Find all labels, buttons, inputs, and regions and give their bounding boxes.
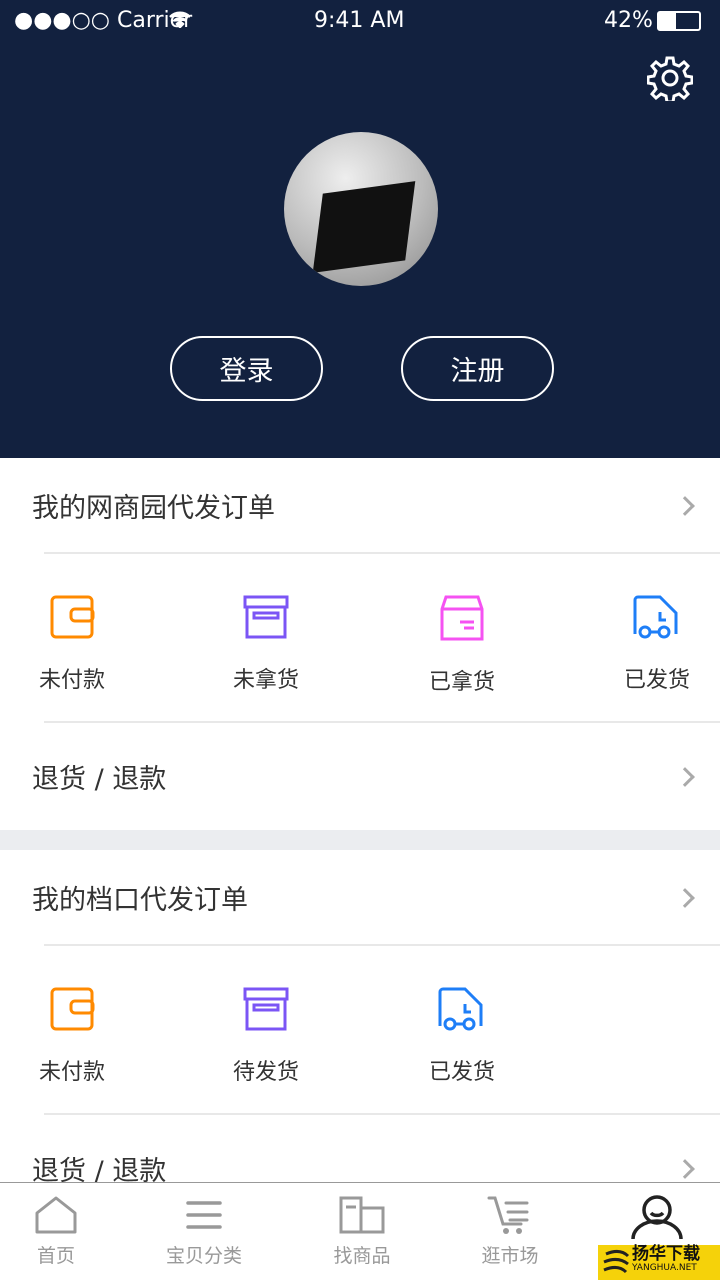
- register-button[interactable]: 注册: [401, 336, 554, 401]
- status-bar: ●●●○○ Carrier 9:41 AM 42%: [0, 0, 720, 42]
- item-label: 待发货: [232, 1060, 299, 1085]
- chevron-right-icon: [675, 766, 695, 787]
- tab-home[interactable]: 首页: [0, 1195, 116, 1268]
- divider: [44, 944, 720, 946]
- chevron-right-icon: [675, 1158, 695, 1179]
- login-button[interactable]: 登录: [170, 336, 323, 401]
- package-icon: [440, 595, 484, 641]
- tab-label: 宝贝分类: [165, 1245, 242, 1267]
- tab-categories[interactable]: 宝贝分类: [144, 1195, 264, 1268]
- item-label: 已发货: [428, 1060, 495, 1085]
- wallet-icon: [50, 595, 95, 639]
- avatar[interactable]: [284, 132, 438, 286]
- buildings-icon: [339, 1196, 385, 1234]
- s2-shipped[interactable]: 已发货: [392, 986, 532, 1086]
- s1-unpaid[interactable]: 未付款: [2, 594, 142, 694]
- item-label: 未付款: [38, 668, 105, 693]
- tab-find-products[interactable]: 找商品: [302, 1195, 422, 1268]
- archive-box-icon: [243, 987, 289, 1031]
- wifi-icon: [169, 11, 191, 28]
- item-label: 已发货: [623, 668, 690, 693]
- section1-title: 我的网商园代发订单: [32, 493, 275, 524]
- item-label: 已拿货: [428, 670, 495, 695]
- item-label: 未付款: [38, 1060, 105, 1085]
- item-label: 未拿货: [232, 668, 299, 693]
- truck-icon: [438, 987, 483, 1031]
- watermark-emblem-icon: [603, 1249, 630, 1274]
- watermark-logo: 扬华下载 YANGHUA.NET: [598, 1245, 720, 1280]
- section2-orders-row[interactable]: 我的档口代发订单: [0, 850, 720, 945]
- s1-not-picked[interactable]: 未拿货: [196, 594, 336, 694]
- chevron-right-icon: [675, 887, 695, 908]
- cart-icon: [487, 1196, 529, 1234]
- clock: 9:41 AM: [314, 8, 405, 33]
- battery-percent: 42%: [604, 8, 653, 33]
- carrier: ●●●○○ Carrier: [14, 8, 193, 33]
- section-gap: [0, 830, 720, 850]
- user-icon: [631, 1195, 683, 1239]
- truck-icon: [633, 595, 678, 639]
- section1-refund-row[interactable]: 退货 / 退款: [0, 723, 720, 830]
- wallet-icon: [50, 987, 95, 1031]
- tab-profile[interactable]: [597, 1195, 717, 1245]
- gear-icon[interactable]: [647, 55, 693, 101]
- section2-title: 我的档口代发订单: [32, 885, 248, 916]
- profile-header: ●●●○○ Carrier 9:41 AM 42% 登录 注册: [0, 0, 720, 458]
- s2-unpaid[interactable]: 未付款: [2, 986, 142, 1086]
- s1-shipped[interactable]: 已发货: [587, 594, 720, 694]
- tab-market[interactable]: 逛市场: [450, 1195, 570, 1268]
- s1-picked[interactable]: 已拿货: [392, 594, 532, 696]
- refund-label: 退货 / 退款: [32, 764, 167, 795]
- s2-to-ship[interactable]: 待发货: [196, 986, 336, 1086]
- tab-label: 首页: [36, 1245, 75, 1267]
- menu-icon: [186, 1201, 222, 1229]
- home-icon: [35, 1196, 77, 1234]
- section1-orders-row[interactable]: 我的网商园代发订单: [0, 458, 720, 553]
- battery-icon: [657, 11, 701, 31]
- tab-label: 找商品: [333, 1245, 391, 1267]
- chevron-right-icon: [675, 495, 695, 516]
- tab-label: 逛市场: [481, 1245, 539, 1267]
- archive-box-icon: [243, 595, 289, 639]
- divider: [44, 552, 720, 554]
